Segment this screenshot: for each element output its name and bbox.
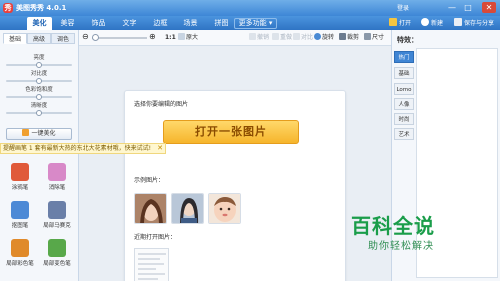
eraser-pen-tool[interactable]: 消除笔 xyxy=(40,163,74,194)
open-image-card: 选择你要编辑的图片 打开一张图片 示例图片： 近期打开图片： xyxy=(124,90,346,281)
login-link[interactable]: 登录 xyxy=(397,3,409,12)
sharpness-slider: 清晰度 xyxy=(4,103,74,116)
crop-button[interactable]: 裁剪 xyxy=(339,33,359,43)
subtab-color[interactable]: 调色 xyxy=(51,33,75,44)
recent-label: 近期打开图片： xyxy=(134,234,177,241)
tab-scene[interactable]: 场景 xyxy=(177,17,204,30)
one-key-beautify-button[interactable]: 一键美化 xyxy=(6,128,72,140)
resize-button[interactable]: 尺寸 xyxy=(364,33,384,43)
slider-label: 对比度 xyxy=(30,71,48,77)
subtab-advanced[interactable]: 高级 xyxy=(27,33,51,44)
resize-icon xyxy=(364,33,371,40)
saturation-slider: 色彩饱和度 xyxy=(4,87,74,100)
slider-label: 清晰度 xyxy=(30,103,48,109)
app-logo-icon: 秀 xyxy=(3,3,13,13)
zoom-slider-knob[interactable] xyxy=(92,34,99,41)
doodle-pen-icon xyxy=(11,163,29,181)
notification-text: 提醒画笔 1 套有最新大热的东北大花素材哦，快来试试! xyxy=(3,145,152,152)
canvas-area: 选择你要编辑的图片 打开一张图片 示例图片： 近期打开图片： xyxy=(79,46,391,281)
choose-image-title: 选择你要编辑的图片 xyxy=(134,101,189,108)
cutout-pen-tool[interactable]: 抠图笔 xyxy=(3,201,37,232)
color-pen-tool[interactable]: 局部彩色笔 xyxy=(3,239,37,270)
tab-accessories[interactable]: 饰品 xyxy=(85,17,112,30)
slider-label: 色彩饱和度 xyxy=(25,87,53,93)
open-image-button[interactable]: 打开一张图片 xyxy=(163,120,299,144)
example-image-3[interactable] xyxy=(208,193,241,224)
effect-category-art[interactable]: 艺术 xyxy=(394,128,414,140)
magic-wand-icon xyxy=(22,129,30,136)
tab-collage[interactable]: 拼图 xyxy=(208,17,235,30)
tab-beauty[interactable]: 美容 xyxy=(54,17,81,30)
save-share-action[interactable]: 保存与分享 xyxy=(454,18,494,29)
cutout-pen-icon xyxy=(11,201,29,219)
undo-button[interactable]: 撤销 xyxy=(249,33,269,43)
color-pen-icon xyxy=(11,239,29,257)
tab-beautify[interactable]: 美化 xyxy=(27,17,52,30)
zoom-in-icon[interactable]: ⊕ xyxy=(149,32,156,42)
contrast-slider: 对比度 xyxy=(4,71,74,84)
slider-knob[interactable] xyxy=(36,78,42,84)
save-icon xyxy=(454,18,462,26)
redo-icon xyxy=(272,33,279,40)
recent-image[interactable] xyxy=(134,248,169,281)
edit-toolbar: ⊖ ⊕ 1:1 原大 撤销 重做 对比 旋转 裁剪 尺寸 xyxy=(79,30,391,46)
watermark-title: 百科全说 xyxy=(351,214,435,238)
slider-knob[interactable] xyxy=(36,110,42,116)
subtab-basic[interactable]: 基础 xyxy=(3,33,27,44)
effect-category-portrait[interactable]: 人像 xyxy=(394,98,414,110)
mosaic-icon xyxy=(48,201,66,219)
title-bar: 秀 美图秀秀 4.0.1 登录 — □ ✕ xyxy=(0,0,500,16)
effect-category-basic[interactable]: 基础 xyxy=(394,67,414,79)
slider-label: 亮度 xyxy=(33,55,45,61)
effect-category-fashion[interactable]: 时尚 xyxy=(394,113,414,125)
adjust-subtabs: 基础 高级 调色 xyxy=(3,33,76,44)
compare-icon xyxy=(293,33,300,40)
redo-button[interactable]: 重做 xyxy=(272,33,292,43)
rotate-icon xyxy=(314,33,321,40)
recolor-pen-icon xyxy=(48,239,66,257)
tab-frame[interactable]: 边框 xyxy=(147,17,174,30)
main-tabs: 美化 美容 饰品 文字 边框 场景 拼图 更多功能 ▾ 打开 新建 保存与分享 xyxy=(0,16,500,30)
compare-button[interactable]: 对比 xyxy=(293,33,313,43)
app-title: 美图秀秀 4.0.1 xyxy=(16,4,67,12)
rotate-button[interactable]: 旋转 xyxy=(314,33,334,43)
open-action[interactable]: 打开 xyxy=(389,18,411,29)
zoom-slider[interactable] xyxy=(92,37,147,39)
effect-category-lomo[interactable]: Lomo xyxy=(394,83,414,95)
minimize-button[interactable]: — xyxy=(445,2,459,13)
maximize-button[interactable]: □ xyxy=(461,2,475,13)
doodle-pen-tool[interactable]: 涂鸦笔 xyxy=(3,163,37,194)
notification-close-icon[interactable]: ✕ xyxy=(156,144,164,153)
left-panel: 基础 高级 调色 亮度 对比度 色彩饱和度 清晰度 一键美化 涂鸦笔 消除笔 抠… xyxy=(0,30,79,281)
brightness-slider: 亮度 xyxy=(4,55,74,68)
new-icon xyxy=(421,18,429,26)
undo-icon xyxy=(249,33,256,40)
notification-bar: 提醒画笔 1 套有最新大热的东北大花素材哦，快来试试! ✕ xyxy=(0,143,166,154)
tab-text[interactable]: 文字 xyxy=(116,17,143,30)
folder-icon xyxy=(389,18,397,26)
example-image-1[interactable] xyxy=(134,193,167,224)
watermark-subtitle: 助你轻松解决 xyxy=(368,241,434,252)
recolor-pen-tool[interactable]: 局部变色笔 xyxy=(40,239,74,270)
examples-label: 示例图片： xyxy=(134,177,165,184)
actual-size-button[interactable]: 1:1 xyxy=(165,33,176,43)
tab-more-features[interactable]: 更多功能 ▾ xyxy=(234,18,277,29)
mosaic-tool[interactable]: 局部马赛克 xyxy=(40,201,74,232)
eraser-pen-icon xyxy=(48,163,66,181)
original-size-icon xyxy=(178,33,185,40)
new-action[interactable]: 新建 xyxy=(421,18,443,29)
close-button[interactable]: ✕ xyxy=(482,2,496,13)
slider-knob[interactable] xyxy=(36,94,42,100)
effects-title: 特效： xyxy=(397,36,418,44)
crop-icon xyxy=(339,33,346,40)
zoom-out-icon[interactable]: ⊖ xyxy=(82,32,89,42)
example-image-2[interactable] xyxy=(171,193,204,224)
original-size-button[interactable]: 原大 xyxy=(178,33,198,43)
effect-category-hot[interactable]: 热门 xyxy=(394,51,414,63)
slider-knob[interactable] xyxy=(36,62,42,68)
